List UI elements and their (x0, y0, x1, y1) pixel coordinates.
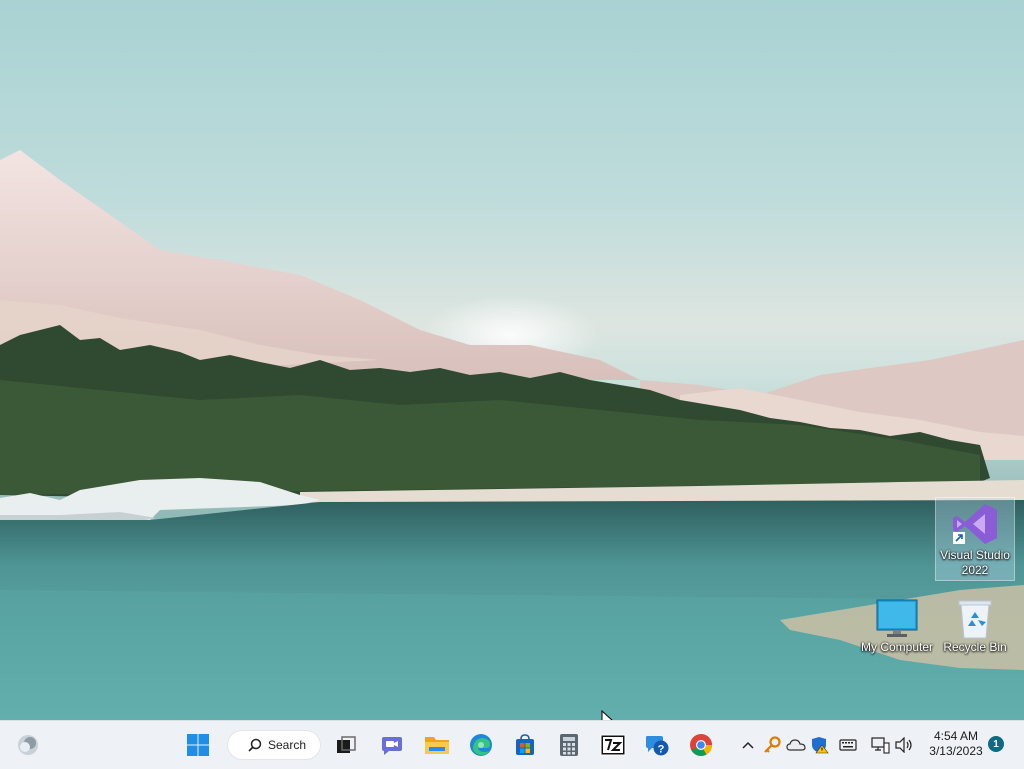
tray-touch-keyboard[interactable] (838, 735, 858, 755)
widgets-icon (18, 735, 38, 755)
taskbar-clock[interactable]: 4:54 AM 3/13/2023 (920, 729, 992, 759)
tray-windows-security[interactable] (810, 735, 830, 755)
7zip-icon (600, 734, 626, 756)
visual-studio-2022-shortcut[interactable]: Visual Studio 2022 (935, 497, 1015, 581)
tray-onedrive[interactable] (786, 735, 806, 755)
show-hidden-icons-button[interactable] (738, 735, 758, 755)
visual-studio-icon (951, 500, 999, 548)
network-icon (871, 737, 890, 754)
file-explorer-button[interactable] (420, 729, 454, 761)
task-view-icon (337, 736, 356, 753)
chrome-button[interactable] (684, 729, 718, 761)
visual-studio-label-line2: 2022 (961, 563, 989, 577)
7zip-button[interactable] (596, 729, 630, 761)
windows-start-icon (187, 734, 209, 756)
get-help-icon: ? (646, 736, 669, 756)
search-label: Search (268, 738, 307, 752)
chevron-up-icon (742, 741, 754, 749)
taskbar: Search ? 4:54 AM 3/13/2023 (0, 720, 1024, 769)
recycle-bin-label: Recycle Bin (943, 640, 1007, 654)
teams-chat-icon (382, 737, 402, 755)
monitor-icon (875, 596, 919, 640)
task-view-button[interactable] (329, 729, 363, 761)
search-icon (248, 738, 262, 752)
my-computer-shortcut[interactable]: My Computer (858, 596, 936, 655)
microsoft-store-icon (516, 734, 534, 755)
calculator-button[interactable] (552, 729, 586, 761)
desktop[interactable]: Visual Studio 2022 My Computer Recycle B… (0, 0, 1024, 720)
get-help-button[interactable]: ? (640, 729, 674, 761)
security-warning-icon (812, 737, 829, 754)
calculator-icon (560, 734, 578, 756)
file-explorer-icon (425, 737, 449, 754)
onedrive-icon (786, 739, 806, 751)
recycle-bin-icon (953, 596, 997, 640)
notification-count-badge[interactable]: 1 (988, 736, 1004, 752)
edge-button[interactable] (464, 729, 498, 761)
volume-icon (895, 737, 912, 753)
chrome-icon (690, 734, 712, 756)
widgets-button[interactable] (11, 729, 45, 761)
recycle-bin-shortcut[interactable]: Recycle Bin (936, 596, 1014, 655)
svg-text:?: ? (658, 744, 665, 756)
taskbar-search-box[interactable]: Search (227, 730, 321, 760)
my-computer-label: My Computer (860, 640, 934, 654)
keyboard-icon (839, 739, 857, 751)
start-button[interactable] (181, 729, 215, 761)
teams-chat-button[interactable] (375, 729, 409, 761)
clock-time: 4:54 AM (933, 729, 979, 743)
edge-icon (470, 734, 492, 756)
clock-date: 3/13/2023 (929, 744, 983, 758)
tray-network[interactable] (870, 735, 890, 755)
tray-key-app[interactable] (762, 735, 782, 755)
key-icon (764, 736, 781, 753)
tray-volume[interactable] (894, 735, 914, 755)
visual-studio-label-line1: Visual Studio (940, 548, 1010, 562)
microsoft-store-button[interactable] (508, 729, 542, 761)
